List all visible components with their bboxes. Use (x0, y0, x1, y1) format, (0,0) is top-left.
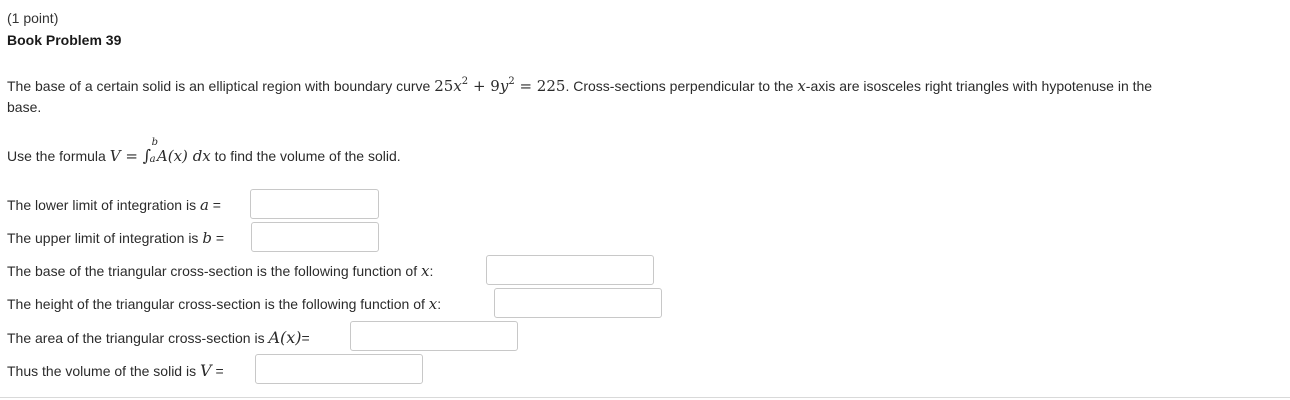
upper-limit-input[interactable] (251, 222, 379, 252)
lower-limit-input[interactable] (250, 189, 379, 219)
formula-tail: to find the volume of the solid. (210, 148, 401, 164)
axis-variable: x (797, 77, 806, 95)
upper-limit-label: The upper limit of integration is b = (7, 229, 225, 247)
bottom-divider (0, 397, 1290, 398)
height-function-label: The height of the triangular cross-secti… (7, 295, 442, 313)
problem-title: Book Problem 39 (7, 32, 122, 48)
statement-text: The base of a certain solid is an ellipt… (7, 78, 435, 94)
formula-lead: Use the formula (7, 148, 110, 164)
points-label: (1 point) (7, 10, 59, 26)
area-function-label: The area of the triangular cross-section… (7, 328, 310, 347)
base-function-input[interactable] (486, 255, 654, 285)
statement-text: -axis are isosceles right triangles with… (805, 78, 1153, 94)
area-function-input[interactable] (350, 321, 518, 351)
statement-text: . Cross-sections perpendicular to the (565, 78, 798, 94)
height-function-input[interactable] (494, 288, 662, 318)
volume-label: Thus the volume of the solid is V = (7, 361, 224, 380)
volume-input[interactable] (255, 354, 423, 384)
base-function-label: The base of the triangular cross-section… (7, 262, 434, 280)
integral-symbol: ∫ b a (142, 137, 159, 165)
boundary-equation: 25x2 + 9y2 = 225 (434, 76, 566, 95)
problem-statement: The base of a certain solid is an ellipt… (7, 76, 1153, 95)
formula-instruction: Use the formula V = ∫ b a A(x) dx to find … (7, 137, 401, 165)
statement-wrap: base. (7, 99, 42, 115)
lower-limit-label: The lower limit of integration is a = (7, 196, 221, 214)
